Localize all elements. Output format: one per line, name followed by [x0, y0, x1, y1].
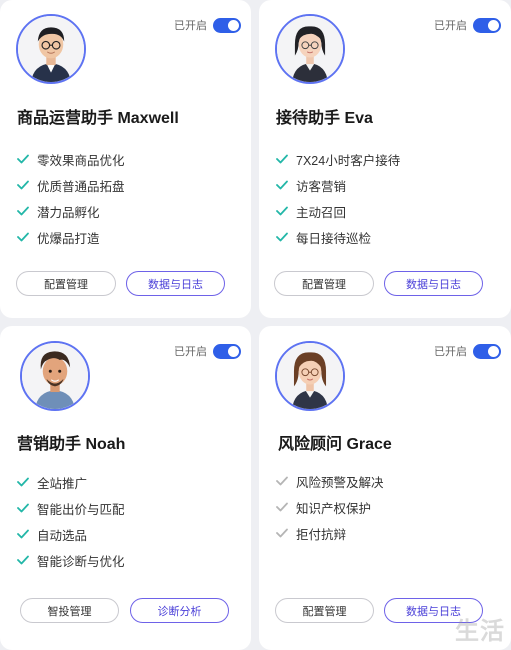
check-icon: [17, 206, 29, 216]
feature-item: 优爆品打造: [17, 224, 125, 250]
check-icon: [276, 154, 288, 164]
enable-toggle[interactable]: [213, 17, 241, 33]
status-toggle-group: 已开启: [174, 17, 241, 33]
feature-list: 零效果商品优化 优质普通品拓盘 潜力品孵化 优爆品打造: [17, 146, 125, 250]
check-icon: [17, 154, 29, 164]
check-icon: [276, 476, 288, 486]
assistant-title: 接待助手 Eva: [276, 110, 373, 127]
status-toggle-group: 已开启: [434, 17, 501, 33]
assistant-title: 风险顾问 Grace: [278, 436, 392, 453]
assistant-card-grace: 已开启 风险顾问 Grace 风险预警及解决 知识产权保护 拒付抗辩 配置管理 …: [259, 326, 511, 650]
enable-toggle[interactable]: [213, 343, 241, 359]
toggle-label: 已开启: [174, 20, 207, 32]
assistant-card-noah: 已开启 营销助手 Noah 全站推广 智能出价与匹配 自动选品 智能诊断与优化 …: [0, 326, 251, 650]
data-log-button[interactable]: 数据与日志: [126, 271, 225, 296]
data-log-button[interactable]: 数据与日志: [384, 271, 483, 296]
check-icon: [276, 528, 288, 538]
feature-item: 潜力品孵化: [17, 198, 125, 224]
feature-item: 风险预警及解决: [276, 468, 384, 494]
feature-item: 零效果商品优化: [17, 146, 125, 172]
check-icon: [17, 503, 29, 513]
feature-item: 智能出价与匹配: [17, 495, 125, 521]
status-toggle-group: 已开启: [434, 343, 501, 359]
feature-item: 主动召回: [276, 198, 400, 224]
check-icon: [17, 529, 29, 539]
feature-list: 7X24小时客户接待 访客营销 主动召回 每日接待巡检: [276, 146, 400, 250]
check-icon: [276, 232, 288, 242]
toggle-label: 已开启: [434, 20, 467, 32]
check-icon: [17, 232, 29, 242]
toggle-label: 已开启: [434, 346, 467, 358]
check-icon: [17, 555, 29, 565]
check-icon: [276, 502, 288, 512]
feature-item: 7X24小时客户接待: [276, 146, 400, 172]
feature-list: 全站推广 智能出价与匹配 自动选品 智能诊断与优化: [17, 469, 125, 573]
status-toggle-group: 已开启: [174, 343, 241, 359]
avatar: [20, 341, 90, 411]
smart-delivery-manage-button[interactable]: 智投管理: [20, 598, 119, 623]
feature-item: 访客营销: [276, 172, 400, 198]
feature-item: 全站推广: [17, 469, 125, 495]
assistant-card-maxwell: 已开启 商品运营助手 Maxwell 零效果商品优化 优质普通品拓盘 潜力品孵化…: [0, 0, 251, 318]
diagnosis-analysis-button[interactable]: 诊断分析: [130, 598, 229, 623]
watermark: 生活: [455, 618, 505, 645]
toggle-label: 已开启: [174, 346, 207, 358]
config-manage-button[interactable]: 配置管理: [274, 271, 374, 296]
config-manage-button[interactable]: 配置管理: [275, 598, 374, 623]
assistant-title: 商品运营助手 Maxwell: [17, 110, 179, 127]
feature-item: 智能诊断与优化: [17, 547, 125, 573]
feature-list: 风险预警及解决 知识产权保护 拒付抗辩: [276, 468, 384, 546]
feature-item: 拒付抗辩: [276, 520, 384, 546]
avatar: [275, 14, 345, 84]
avatar: [16, 14, 86, 84]
avatar: [275, 341, 345, 411]
assistant-card-eva: 已开启 接待助手 Eva 7X24小时客户接待 访客营销 主动召回 每日接待巡检…: [259, 0, 511, 318]
check-icon: [17, 180, 29, 190]
check-icon: [17, 477, 29, 487]
check-icon: [276, 206, 288, 216]
feature-item: 优质普通品拓盘: [17, 172, 125, 198]
enable-toggle[interactable]: [473, 343, 501, 359]
feature-item: 每日接待巡检: [276, 224, 400, 250]
check-icon: [276, 180, 288, 190]
feature-item: 知识产权保护: [276, 494, 384, 520]
assistant-title: 营销助手 Noah: [17, 436, 126, 453]
enable-toggle[interactable]: [473, 17, 501, 33]
feature-item: 自动选品: [17, 521, 125, 547]
config-manage-button[interactable]: 配置管理: [16, 271, 116, 296]
